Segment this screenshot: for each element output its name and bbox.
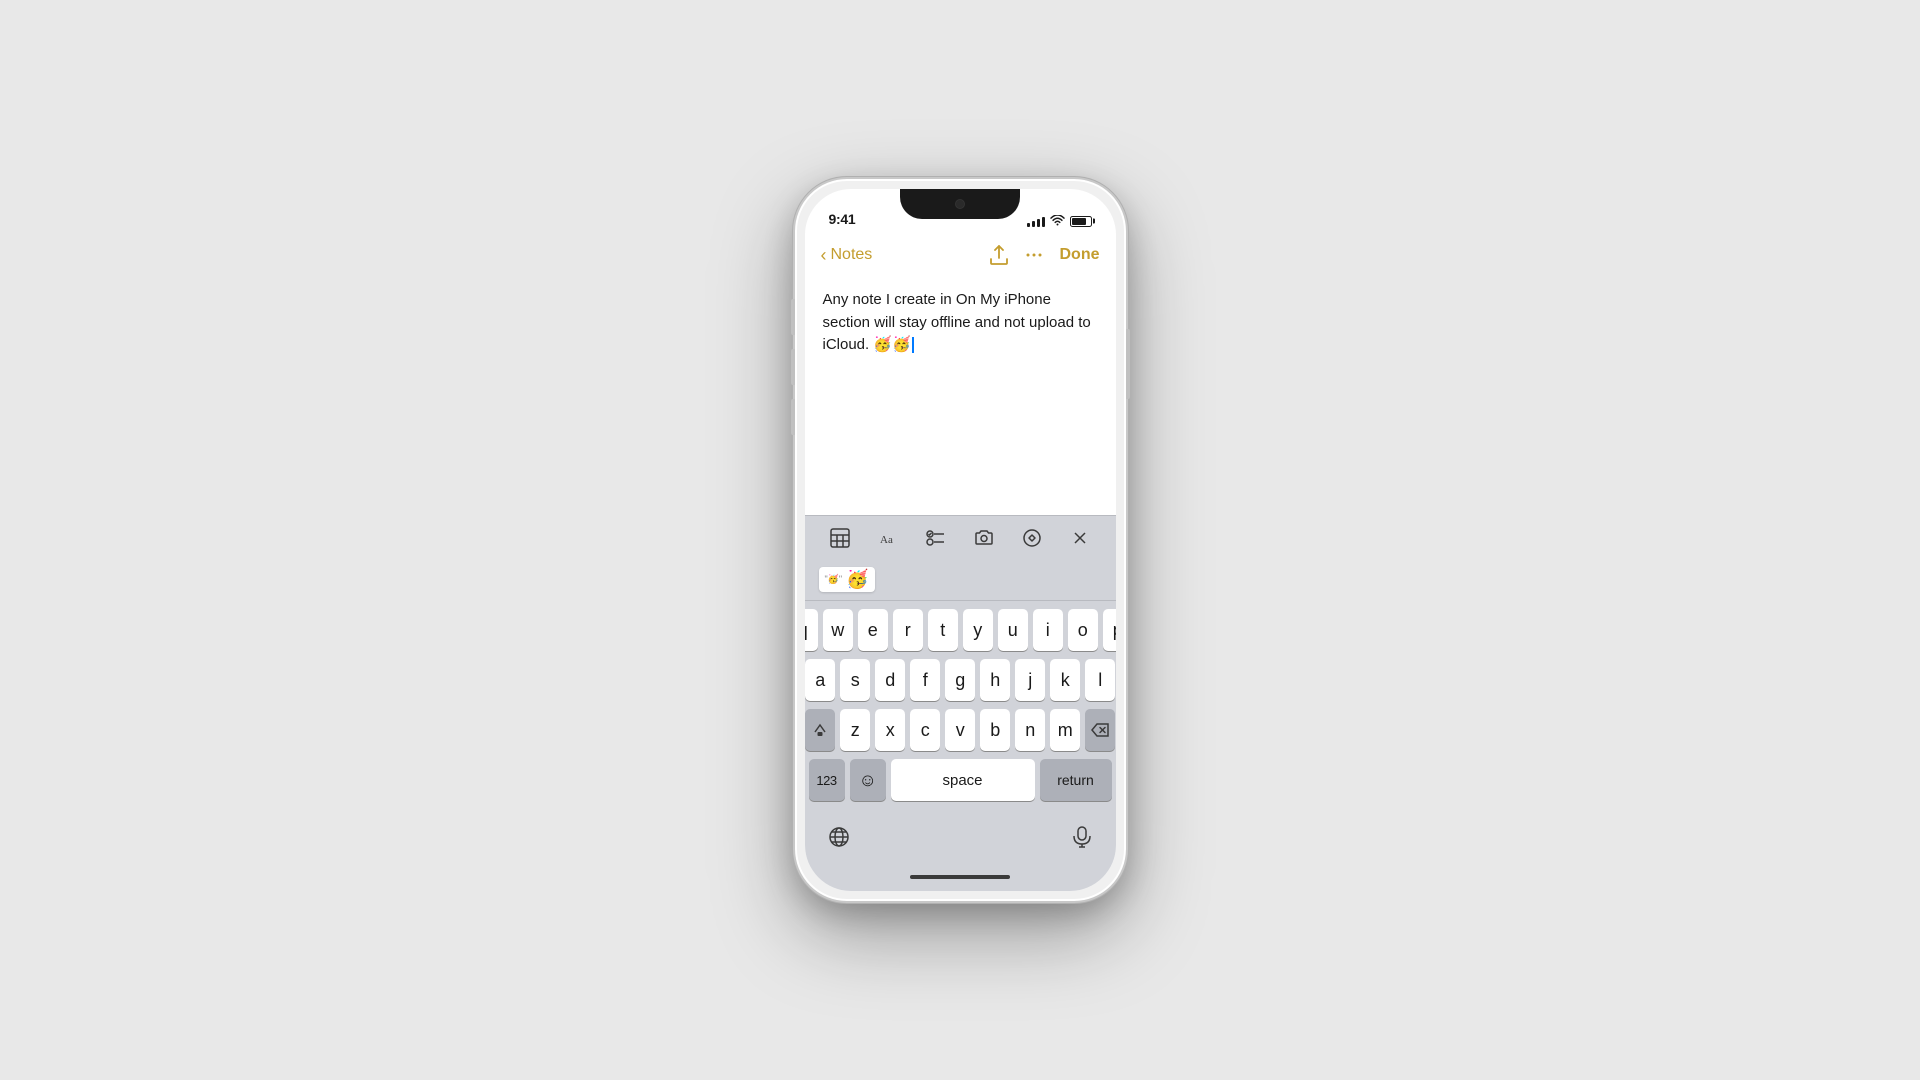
share-icon — [990, 245, 1008, 265]
key-i[interactable]: i — [1033, 609, 1063, 651]
done-button[interactable]: Done — [1060, 246, 1100, 264]
nav-bar: ‹ Notes — [805, 233, 1116, 277]
keyboard-row-3: z x c v b n m — [809, 709, 1112, 751]
notch — [900, 189, 1020, 219]
globe-icon — [828, 826, 850, 848]
key-f[interactable]: f — [910, 659, 940, 701]
table-icon — [830, 528, 850, 548]
globe-button[interactable] — [821, 819, 857, 855]
text-cursor — [912, 337, 914, 353]
emoji-bar: "🥳" 🥳 — [805, 559, 1116, 601]
key-q[interactable]: q — [805, 609, 818, 651]
key-h[interactable]: h — [980, 659, 1010, 701]
back-label: Notes — [831, 246, 873, 264]
nav-actions: Done — [990, 245, 1100, 265]
space-key[interactable]: space — [891, 759, 1035, 801]
emoji-key[interactable]: ☺ — [850, 759, 886, 801]
key-y[interactable]: y — [963, 609, 993, 651]
battery-fill — [1072, 218, 1086, 225]
status-time: 9:41 — [829, 211, 856, 227]
key-s[interactable]: s — [840, 659, 870, 701]
notch-camera — [955, 199, 965, 209]
table-button[interactable] — [822, 520, 858, 556]
phone-screen: 9:41 — [805, 189, 1116, 891]
key-v[interactable]: v — [945, 709, 975, 751]
more-button[interactable] — [1024, 245, 1044, 265]
key-g[interactable]: g — [945, 659, 975, 701]
emoji-suggestion-item[interactable]: "🥳" 🥳 — [819, 567, 875, 592]
microphone-icon — [1072, 826, 1092, 848]
more-icon — [1024, 245, 1044, 265]
note-content-area[interactable]: Any note I create in On My iPhone sectio… — [805, 277, 1116, 515]
key-x[interactable]: x — [875, 709, 905, 751]
key-a[interactable]: a — [805, 659, 835, 701]
delete-key[interactable] — [1085, 709, 1115, 751]
close-keyboard-icon — [1070, 528, 1090, 548]
signal-bar-1 — [1027, 223, 1030, 227]
keyboard: q w e r t y u i o p a s d f g — [805, 601, 1116, 813]
key-j[interactable]: j — [1015, 659, 1045, 701]
key-n[interactable]: n — [1015, 709, 1045, 751]
keyboard-bottom-bar — [805, 813, 1116, 863]
key-t[interactable]: t — [928, 609, 958, 651]
signal-bar-4 — [1042, 217, 1045, 227]
key-p[interactable]: p — [1103, 609, 1116, 651]
format-text-icon: Aa — [878, 528, 898, 548]
key-m[interactable]: m — [1050, 709, 1080, 751]
svg-text:Aa: Aa — [880, 534, 893, 546]
close-keyboard-button[interactable] — [1062, 520, 1098, 556]
signal-bars-icon — [1027, 215, 1045, 227]
key-d[interactable]: d — [875, 659, 905, 701]
phone-frame: 9:41 — [793, 177, 1128, 903]
checklist-icon — [926, 528, 946, 548]
shift-key[interactable] — [805, 709, 835, 751]
signal-bar-2 — [1032, 221, 1035, 227]
keyboard-row-2: a s d f g h j k l — [809, 659, 1112, 701]
note-text: Any note I create in On My iPhone sectio… — [823, 289, 1098, 357]
delete-icon — [1091, 723, 1109, 737]
home-bar — [910, 875, 1010, 879]
status-icons — [1027, 215, 1092, 227]
share-button[interactable] — [990, 245, 1008, 265]
format-text-button[interactable]: Aa — [870, 520, 906, 556]
phone-wrapper: 9:41 — [793, 177, 1128, 903]
checklist-button[interactable] — [918, 520, 954, 556]
signal-bar-3 — [1037, 219, 1040, 227]
battery-icon — [1070, 216, 1092, 227]
keyboard-row-1: q w e r t y u i o p — [809, 609, 1112, 651]
keyboard-row-4: 123 ☺ space return — [809, 759, 1112, 801]
back-chevron-icon: ‹ — [821, 245, 827, 266]
back-button[interactable]: ‹ Notes — [821, 245, 873, 266]
key-o[interactable]: o — [1068, 609, 1098, 651]
key-k[interactable]: k — [1050, 659, 1080, 701]
emoji-suggestion-emoji: 🥳 — [846, 569, 868, 590]
numbers-key[interactable]: 123 — [809, 759, 845, 801]
markup-button[interactable] — [1014, 520, 1050, 556]
key-u[interactable]: u — [998, 609, 1028, 651]
return-key[interactable]: return — [1040, 759, 1112, 801]
home-indicator — [805, 863, 1116, 891]
key-z[interactable]: z — [840, 709, 870, 751]
markup-icon — [1022, 528, 1042, 548]
key-w[interactable]: w — [823, 609, 853, 651]
emoji-suggestion-label: "🥳" — [825, 574, 843, 585]
camera-button[interactable] — [966, 520, 1002, 556]
key-c[interactable]: c — [910, 709, 940, 751]
shift-icon — [812, 722, 828, 738]
camera-icon — [974, 528, 994, 548]
key-e[interactable]: e — [858, 609, 888, 651]
keyboard-toolbar: Aa — [805, 515, 1116, 559]
key-l[interactable]: l — [1085, 659, 1115, 701]
wifi-icon — [1050, 215, 1065, 227]
key-r[interactable]: r — [893, 609, 923, 651]
key-b[interactable]: b — [980, 709, 1010, 751]
dictation-button[interactable] — [1064, 819, 1100, 855]
